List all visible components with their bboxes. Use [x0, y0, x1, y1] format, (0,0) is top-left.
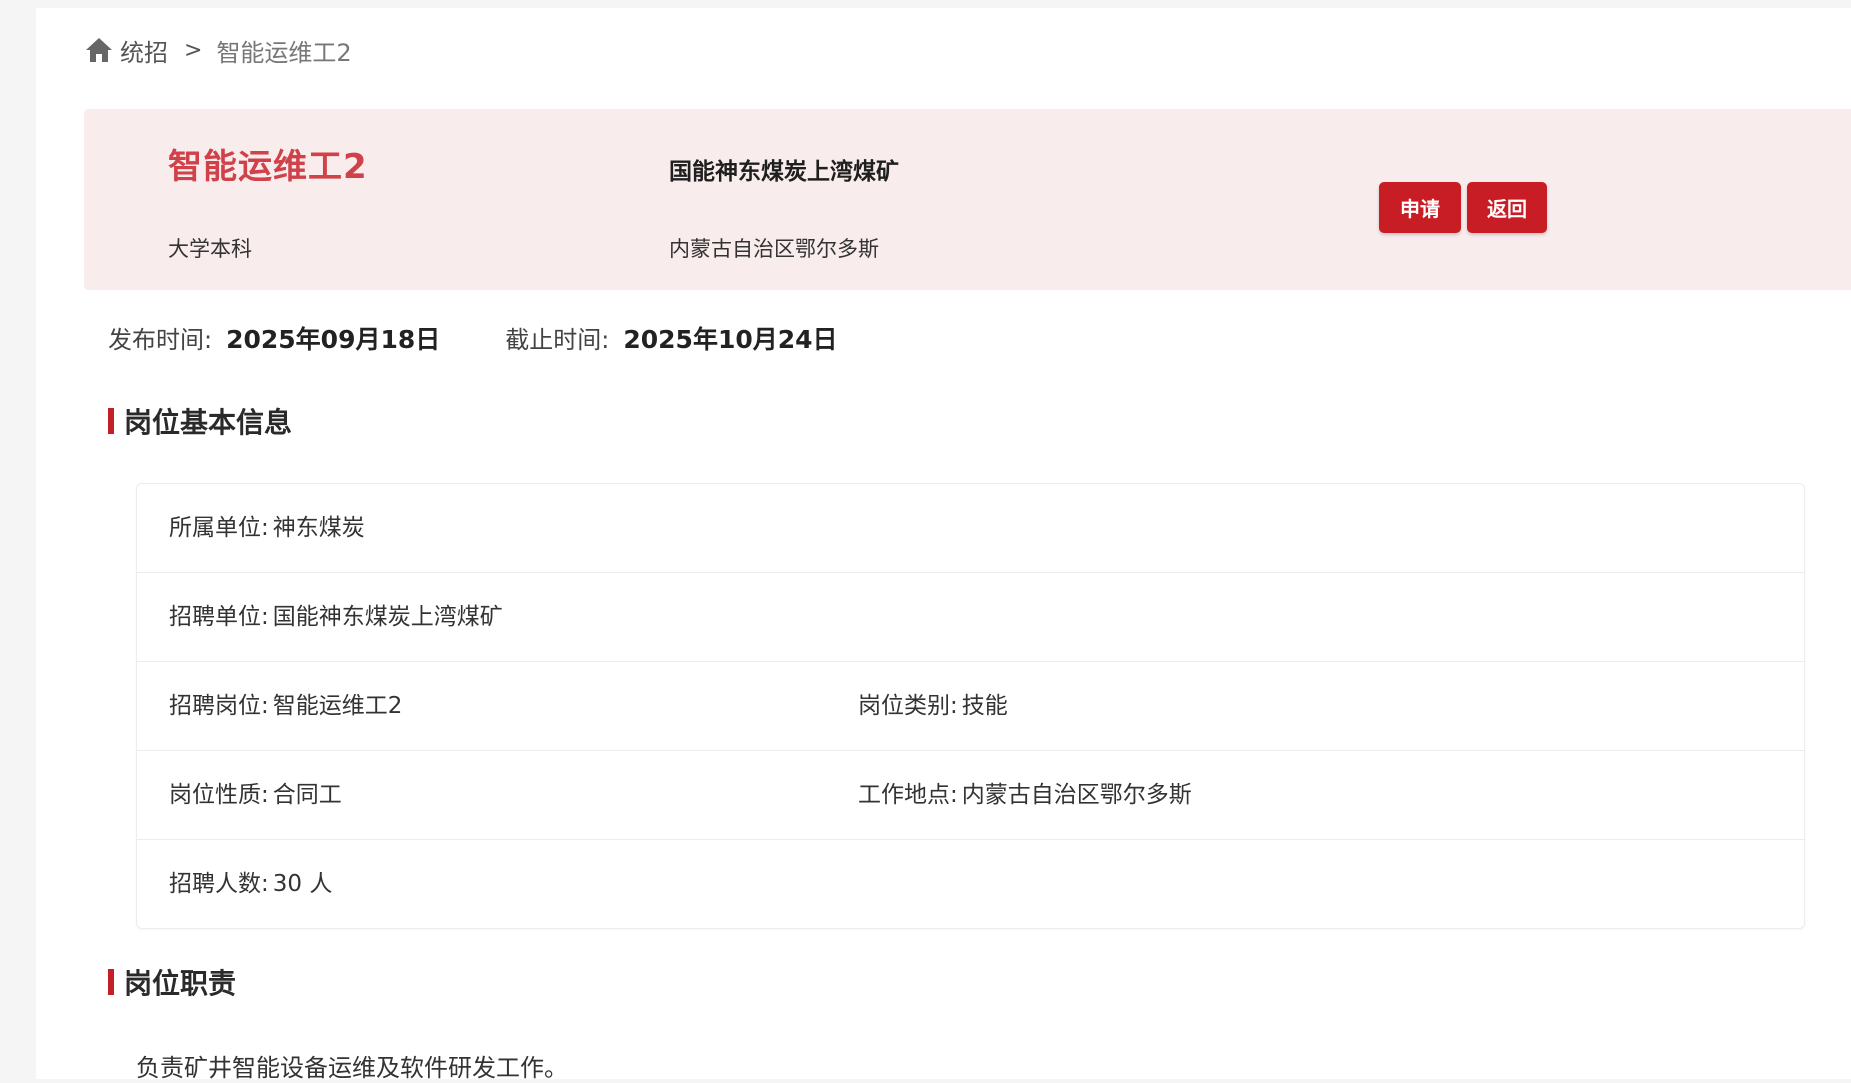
info-value: 神东煤炭 [272, 515, 365, 541]
info-nature: 岗位性质: 合同工 [169, 751, 342, 839]
deadline-date-value: 2025年10月24日 [623, 325, 838, 354]
section-title-basic-info: 岗位基本信息 [108, 401, 292, 441]
info-employer: 招聘单位: 国能神东煤炭上湾煤矿 [169, 573, 503, 661]
info-affiliation: 所属单位: 神东煤炭 [169, 484, 365, 572]
job-dates: 发布时间: 2025年09月18日 截止时间: 2025年10月24日 [108, 320, 838, 356]
deadline-date-label: 截止时间: [505, 326, 610, 354]
job-location: 内蒙古自治区鄂尔多斯 [669, 237, 879, 261]
section-title-duties: 岗位职责 [108, 962, 236, 1002]
info-value: 合同工 [272, 782, 342, 808]
info-label: 岗位类别: [858, 693, 958, 719]
job-title: 智能运维工2 [168, 147, 368, 187]
info-label: 招聘单位: [169, 604, 269, 630]
back-button[interactable]: 返回 [1467, 182, 1547, 233]
info-table: 所属单位: 神东煤炭 招聘单位: 国能神东煤炭上湾煤矿 招聘岗位: 智能运维工2 岗位… [136, 483, 1805, 929]
breadcrumb-home-link[interactable]: 统招 [120, 33, 168, 68]
table-row: 招聘岗位: 智能运维工2 岗位类别: 技能 [137, 662, 1804, 751]
table-row: 招聘人数: 30 人 [137, 840, 1804, 928]
info-position: 招聘岗位: 智能运维工2 [169, 662, 402, 750]
section-title-text: 岗位职责 [124, 967, 237, 1000]
info-label: 招聘岗位: [169, 693, 269, 719]
table-row: 岗位性质: 合同工 工作地点: 内蒙古自治区鄂尔多斯 [137, 751, 1804, 840]
section-marker [108, 408, 114, 434]
info-headcount: 招聘人数: 30 人 [169, 840, 332, 928]
breadcrumb-current: 智能运维工2 [216, 38, 352, 67]
info-value: 内蒙古自治区鄂尔多斯 [961, 782, 1192, 808]
info-workplace: 工作地点: 内蒙古自治区鄂尔多斯 [858, 751, 1192, 839]
info-label: 招聘人数: [169, 871, 269, 897]
job-education: 大学本科 [168, 237, 252, 261]
table-row: 招聘单位: 国能神东煤炭上湾煤矿 [137, 573, 1804, 662]
info-value: 30 人 [272, 871, 333, 897]
duty-description: 负责矿井智能设备运维及软件研发工作。 [136, 1054, 568, 1082]
table-row: 所属单位: 神东煤炭 [137, 484, 1804, 573]
home-icon[interactable] [84, 36, 114, 64]
page: 统招 > 智能运维工2 智能运维工2 国能神东煤炭上湾煤矿 大学本科 内蒙古自治… [36, 8, 1851, 1082]
section-title-text: 岗位基本信息 [124, 406, 293, 439]
publish-date-value: 2025年09月18日 [226, 325, 441, 354]
info-value: 国能神东煤炭上湾煤矿 [272, 604, 503, 630]
job-company: 国能神东煤炭上湾煤矿 [669, 159, 899, 185]
breadcrumb: 统招 > 智能运维工2 [84, 30, 352, 70]
breadcrumb-separator: > [184, 37, 203, 63]
info-value: 技能 [961, 693, 1008, 719]
job-header: 智能运维工2 国能神东煤炭上湾煤矿 大学本科 内蒙古自治区鄂尔多斯 申请 返回 [84, 109, 1851, 290]
publish-date-label: 发布时间: [108, 326, 213, 354]
info-label: 岗位性质: [169, 782, 269, 808]
info-label: 所属单位: [169, 515, 269, 541]
info-value: 智能运维工2 [272, 693, 403, 719]
info-label: 工作地点: [858, 782, 958, 808]
section-marker [108, 969, 114, 995]
info-category: 岗位类别: 技能 [858, 662, 1008, 750]
apply-button[interactable]: 申请 [1379, 182, 1461, 233]
